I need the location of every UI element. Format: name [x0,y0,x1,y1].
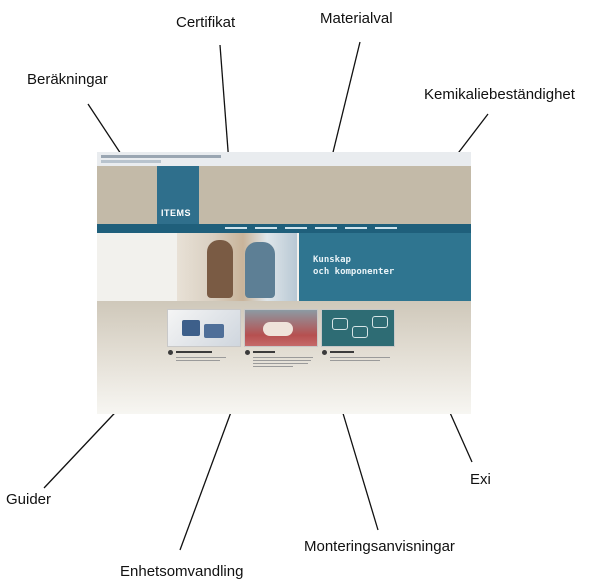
hero-panel: Kunskap och komponenter [299,233,471,301]
caption-heading [330,351,354,353]
nav-item [225,227,247,229]
browser-chrome [97,152,471,167]
tile-puzzle [321,309,395,347]
nav-item [315,227,337,229]
nav-item [255,227,277,229]
label-guider: Guider [6,491,52,508]
label-berakningar: Beräkningar [27,71,108,88]
leader-enhetsomvandling [179,403,235,551]
person-figure [245,242,275,298]
tile-components [167,309,241,347]
nav-item [375,227,397,229]
site-nav [97,224,471,233]
label-exi: Exi [470,471,491,488]
caption-text [253,357,313,358]
nav-item [285,227,307,229]
hero-line-2: och komponenter [313,267,395,277]
label-enhetsomvandling: Enhetsomvandling [120,563,244,580]
tile-hands [244,309,318,347]
leader-monteringsanvisningar [338,399,379,531]
caption-text [253,360,311,361]
logo-text: ITEMS [161,208,192,218]
nav-item [345,227,367,229]
person-figure [207,240,233,298]
caption-text [253,366,293,367]
site-header [97,166,471,224]
caption-text [330,360,380,361]
caption-text [176,360,220,361]
caption-text [253,363,308,364]
label-kemikalie: Kemikaliebeständighet [424,86,575,103]
caption-bullet [168,350,173,355]
caption-heading [253,351,275,353]
label-materialval: Materialval [320,10,393,27]
caption-bullet [322,350,327,355]
hero-line-1: Kunskap [313,255,351,265]
site-logo: ITEMS [157,166,199,224]
caption-bullet [245,350,250,355]
caption-text [176,357,226,358]
hero-photo [177,233,297,301]
label-monteringsanvisningar: Monteringsanvisningar [304,538,455,555]
caption-text [330,357,390,358]
caption-heading [176,351,212,353]
label-certifikat: Certifikat [176,14,236,31]
website-screenshot: ITEMS Kunskap och komponenter [97,152,471,414]
